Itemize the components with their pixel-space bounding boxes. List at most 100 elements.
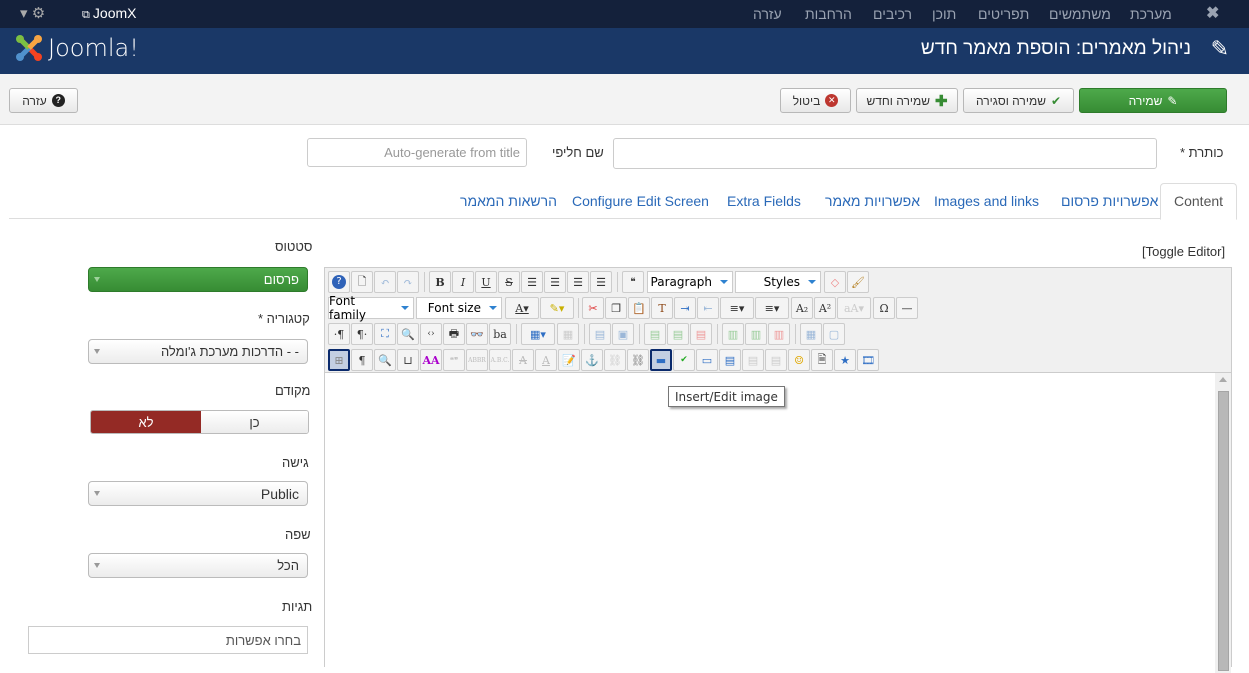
italic-icon[interactable]: I — [452, 271, 474, 293]
print-icon[interactable]: 🖶 — [443, 323, 465, 345]
title-input[interactable] — [613, 138, 1157, 169]
abbr-icon[interactable]: ABBR — [466, 349, 488, 371]
joomla-logo[interactable]: Joomla! — [14, 33, 139, 63]
align-justify-icon[interactable]: ☰ — [521, 271, 543, 293]
language-select[interactable]: הכל — [88, 553, 308, 578]
row-props-icon[interactable]: ▤ — [589, 323, 611, 345]
menu-help[interactable]: עזרה — [753, 6, 782, 22]
bold-icon[interactable]: B — [429, 271, 451, 293]
cleanup-brush-icon[interactable]: 🖌 — [847, 271, 869, 293]
tab-publishing[interactable]: אפשרויות פרסום — [1061, 193, 1158, 209]
insert-text-icon[interactable]: A — [535, 349, 557, 371]
tab-extra-fields[interactable]: Extra Fields — [727, 193, 801, 209]
copy-icon[interactable]: ❐ — [605, 297, 627, 319]
menu-components[interactable]: רכיבים — [873, 6, 912, 22]
new-document-icon[interactable]: 🗋 — [351, 271, 373, 293]
menu-menus[interactable]: תפריטים — [978, 6, 1029, 22]
tab-permissions[interactable]: הרשאות המאמר — [460, 193, 557, 209]
numbered-list-icon[interactable]: ≡▾ — [720, 297, 754, 319]
outdent-icon[interactable]: ⇤ — [697, 297, 719, 319]
subscript-icon[interactable]: A₂ — [791, 297, 813, 319]
insert-table-icon[interactable]: ▦▾ — [521, 323, 555, 345]
underline-icon[interactable]: U — [475, 271, 497, 293]
menu-system[interactable]: מערכת — [1130, 6, 1172, 22]
menu-extensions[interactable]: הרחבות — [805, 6, 852, 22]
font-size-select[interactable]: Font size — [416, 297, 502, 319]
save-new-button[interactable]: ✚ שמירה וחדש — [856, 88, 958, 113]
special-character-icon[interactable]: Ω — [873, 297, 895, 319]
help-button[interactable]: ? עזרה — [9, 88, 78, 113]
insert-before-icon[interactable]: ▤ — [742, 349, 764, 371]
status-select[interactable]: פרסום — [88, 267, 308, 292]
align-right-icon[interactable]: ☰ — [590, 271, 612, 293]
indent-icon[interactable]: ⇥ — [674, 297, 696, 319]
bullet-list-icon[interactable]: ≡▾ — [755, 297, 789, 319]
spellcheck-icon[interactable]: ✔ — [673, 349, 695, 371]
tab-content[interactable]: Content — [1160, 183, 1238, 220]
blockquote-icon[interactable]: ❝ — [622, 271, 644, 293]
cell-props-icon[interactable]: ▣ — [612, 323, 634, 345]
access-select[interactable]: Public — [88, 481, 308, 506]
cite-icon[interactable]: ❝❞ — [443, 349, 465, 371]
alias-input[interactable]: Auto-generate from title — [307, 138, 527, 167]
undo-icon[interactable]: ↶ — [374, 271, 396, 293]
help-icon[interactable]: ? — [328, 271, 350, 293]
attributes-icon[interactable]: 📝 — [558, 349, 580, 371]
joomla-menu-icon[interactable]: ✖ — [1206, 3, 1219, 23]
tab-configure-edit-screen[interactable]: Configure Edit Screen — [572, 193, 709, 209]
image-manager-icon[interactable]: ★ — [834, 349, 856, 371]
insert-media-icon[interactable]: 🎞 — [857, 349, 879, 371]
replace-icon[interactable]: ba — [489, 323, 511, 345]
paste-icon[interactable]: 📋 — [628, 297, 650, 319]
text-color-icon[interactable]: A▾ — [505, 297, 539, 319]
template-icon[interactable]: ▤ — [719, 349, 741, 371]
split-cells-icon[interactable]: ▦ — [800, 323, 822, 345]
tab-article-options[interactable]: אפשרויות מאמר — [825, 193, 920, 209]
editor-scrollbar[interactable] — [1215, 373, 1231, 673]
highlight-color-icon[interactable]: ✎▾ — [540, 297, 574, 319]
emoticon-icon[interactable]: ☺ — [788, 349, 810, 371]
toggle-editor-link[interactable]: [Toggle Editor] — [1142, 244, 1225, 259]
insert-col-before-icon[interactable]: ▥ — [722, 323, 744, 345]
styleprops-icon[interactable]: AA — [420, 349, 442, 371]
paragraph-format-select[interactable]: Paragraph — [647, 271, 733, 293]
cut-icon[interactable]: ✂ — [582, 297, 604, 319]
horizontal-rule-icon[interactable]: — — [896, 297, 918, 319]
site-link[interactable]: ⧉ JoomX — [82, 5, 137, 22]
layer-icon[interactable]: ▭ — [696, 349, 718, 371]
font-family-select[interactable]: Font family — [328, 294, 414, 322]
featured-yes-button[interactable]: כן — [201, 411, 308, 433]
menu-users[interactable]: משתמשים — [1049, 6, 1111, 22]
insert-link-doc-icon[interactable]: 🗎 — [811, 349, 833, 371]
save-close-button[interactable]: ✔ שמירה וסגירה — [963, 88, 1074, 113]
align-left-icon[interactable]: ☰ — [567, 271, 589, 293]
tab-images-links[interactable]: Images and links — [934, 193, 1039, 209]
styles-select[interactable]: Styles — [735, 271, 821, 293]
insert-after-icon[interactable]: ▤ — [765, 349, 787, 371]
scroll-up-arrow-icon[interactable] — [1219, 377, 1227, 382]
menu-content[interactable]: תוכן — [932, 6, 956, 22]
featured-no-button[interactable]: לא — [91, 411, 201, 433]
cancel-button[interactable]: ✕ ביטול — [780, 88, 851, 113]
delete-table-icon[interactable]: ▦ — [557, 323, 579, 345]
align-center-icon[interactable]: ☰ — [544, 271, 566, 293]
strikethrough-icon[interactable]: S — [498, 271, 520, 293]
save-button[interactable]: ✎ שמירה — [1079, 88, 1227, 113]
insert-row-before-icon[interactable]: ▤ — [644, 323, 666, 345]
visual-aid-icon[interactable]: ⊞ — [328, 349, 350, 371]
preview-icon[interactable]: 🔍 — [397, 323, 419, 345]
text-direction-icon[interactable]: aA▾ — [837, 297, 871, 319]
tags-input[interactable]: בחרו אפשרות — [28, 626, 308, 654]
eraser-icon[interactable]: ◇ — [824, 271, 846, 293]
show-blocks-icon[interactable]: ¶ — [351, 349, 373, 371]
unlink-icon[interactable]: ⛓ — [604, 349, 626, 371]
source-code-icon[interactable]: ‹› — [420, 323, 442, 345]
paste-text-icon[interactable]: T — [651, 297, 673, 319]
rtl-icon[interactable]: ¶· — [351, 323, 373, 345]
delete-row-icon[interactable]: ▤ — [690, 323, 712, 345]
delete-text-icon[interactable]: A — [512, 349, 534, 371]
insert-row-after-icon[interactable]: ▤ — [667, 323, 689, 345]
merge-cells-icon[interactable]: ▢ — [823, 323, 845, 345]
pagebreak-icon[interactable]: ⊔ — [397, 349, 419, 371]
editor-content-area[interactable] — [325, 372, 1231, 673]
